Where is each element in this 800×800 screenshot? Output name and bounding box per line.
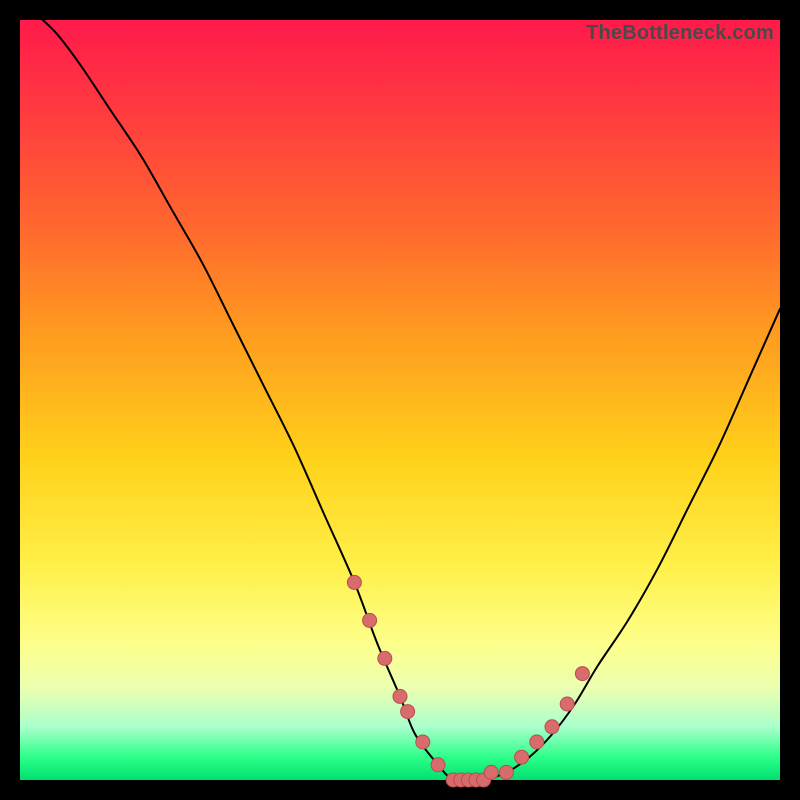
plot-area: TheBottleneck.com xyxy=(20,20,780,780)
highlight-dot xyxy=(484,765,498,779)
highlight-dot xyxy=(560,697,574,711)
markers-group xyxy=(347,575,589,787)
highlight-dot xyxy=(378,651,392,665)
highlight-dot xyxy=(347,575,361,589)
outer-frame: TheBottleneck.com xyxy=(0,0,800,800)
highlight-dot xyxy=(575,667,589,681)
highlight-dot xyxy=(545,720,559,734)
series-group xyxy=(43,20,780,781)
highlight-dot xyxy=(363,613,377,627)
highlight-dot xyxy=(530,735,544,749)
highlight-dot xyxy=(393,689,407,703)
highlight-dot xyxy=(401,705,415,719)
highlight-dot xyxy=(515,750,529,764)
highlight-dot xyxy=(431,758,445,772)
chart-svg xyxy=(20,20,780,780)
highlight-dot xyxy=(416,735,430,749)
curve-path xyxy=(43,20,780,781)
highlight-dot xyxy=(499,765,513,779)
